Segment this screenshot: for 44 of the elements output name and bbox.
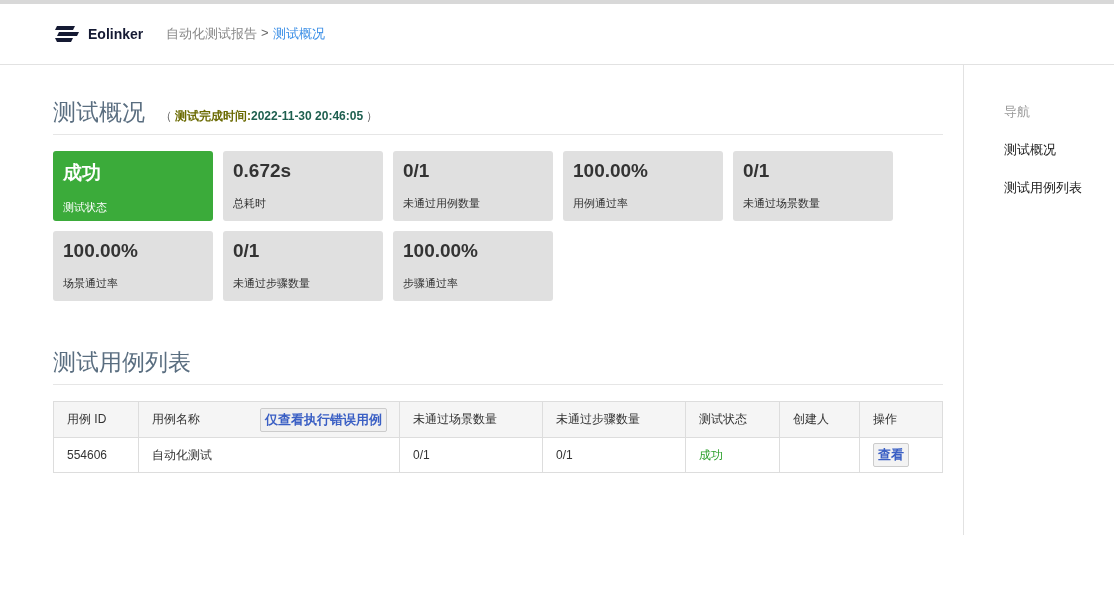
stat-value: 成功 [63, 161, 102, 185]
stat-label: 场景通过率 [63, 276, 119, 291]
nav-link[interactable]: 测试概况 [1004, 141, 1082, 159]
stat-label: 未通过步骤数量 [233, 276, 311, 291]
completion-time-value: 2022-11-30 20:46:05 [251, 109, 364, 123]
stat-label: 未通过场景数量 [743, 196, 821, 211]
table-cell: 0/1 [399, 437, 543, 473]
stat-label: 用例通过率 [573, 196, 629, 211]
section-title: 测试概况 [53, 98, 145, 127]
stat-label: 步骤通过率 [403, 276, 459, 291]
parenthesis: ） [365, 109, 380, 123]
stat-value: 100.00% [573, 160, 649, 182]
stat-label: 测试状态 [63, 200, 108, 215]
brand-name: Eolinker [88, 26, 144, 42]
breadcrumb-separator: > [261, 25, 269, 42]
table-cell: 0/1 [542, 437, 686, 473]
stat-label: 未通过用例数量 [403, 196, 481, 211]
stat-label: 总耗时 [233, 196, 267, 211]
stat-value: 0/1 [743, 160, 771, 182]
stat-value: 100.00% [403, 240, 479, 262]
table-cell: 自动化测试 [138, 437, 400, 473]
column-header: 操作 [859, 401, 943, 438]
stat-value: 100.00% [63, 240, 139, 262]
filter-errors-button[interactable]: 仅查看执行错误用例 [260, 407, 387, 432]
nav-title: 导航 [1004, 103, 1031, 121]
view-button[interactable]: 查看 [873, 443, 909, 467]
status-cell: 成功 [685, 437, 780, 473]
stat-value: 0.672s [233, 160, 293, 182]
column-header: 未通过场景数量 [399, 401, 543, 438]
breadcrumb-item[interactable]: 自动化测试报告 [166, 25, 257, 43]
stat-value: 0/1 [403, 160, 431, 182]
column-header: 测试状态 [685, 401, 780, 438]
section-title: 测试用例列表 [53, 348, 191, 377]
column-header: 用例 ID [53, 401, 139, 438]
column-header: 用例名称 [152, 411, 200, 428]
column-header: 创建人 [779, 401, 860, 438]
parenthesis: （ [159, 109, 173, 123]
completion-time-label: 测试完成时间: [175, 109, 251, 123]
column-header: 未通过步骤数量 [542, 401, 686, 438]
nav-link[interactable]: 测试用例列表 [1004, 179, 1082, 197]
logo-icon [54, 25, 80, 43]
breadcrumb-item[interactable]: 测试概况 [272, 25, 325, 43]
stat-value: 0/1 [233, 240, 261, 262]
table-cell: 554606 [53, 437, 139, 473]
